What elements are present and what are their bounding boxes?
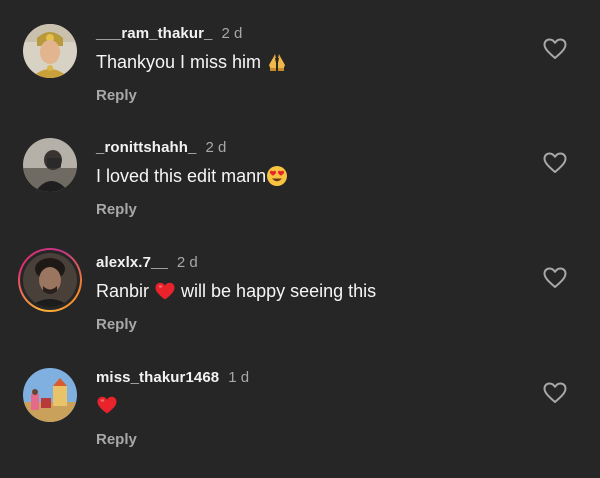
heart-outline-icon bbox=[543, 267, 567, 288]
reply-button[interactable]: Reply bbox=[96, 200, 137, 220]
reply-button[interactable]: Reply bbox=[96, 315, 137, 335]
username[interactable]: ___ram_thakur_ bbox=[96, 25, 212, 42]
like-button[interactable] bbox=[542, 36, 568, 62]
avatar[interactable] bbox=[23, 138, 77, 192]
heart-outline-icon bbox=[543, 152, 567, 173]
timestamp: 2 d bbox=[221, 25, 243, 42]
avatar[interactable] bbox=[23, 24, 77, 78]
comment-item: miss_thakur1468 1 d Reply bbox=[0, 368, 600, 478]
red-heart-icon bbox=[96, 394, 118, 416]
reply-button[interactable]: Reply bbox=[96, 430, 137, 450]
comment-text-content: will be happy seeing this bbox=[176, 281, 377, 301]
heart-outline-icon bbox=[543, 382, 567, 403]
folded-hands-icon bbox=[266, 51, 288, 73]
like-button[interactable] bbox=[542, 265, 568, 291]
avatar[interactable] bbox=[23, 368, 77, 422]
comment-text bbox=[96, 394, 118, 416]
timestamp: 1 d bbox=[228, 369, 250, 386]
comment-meta: ___ram_thakur_ 2 d bbox=[96, 24, 242, 44]
comment-item: ___ram_thakur_ 2 d Thankyou I miss him Re… bbox=[0, 24, 600, 134]
timestamp: 2 d bbox=[176, 254, 198, 271]
comment-text-content: I loved this edit mann bbox=[96, 166, 267, 186]
like-button[interactable] bbox=[542, 150, 568, 176]
comment-item: alexlx.7__ 2 d Ranbir will be happy seein… bbox=[0, 248, 600, 363]
timestamp: 2 d bbox=[205, 139, 227, 156]
red-heart-icon bbox=[154, 280, 176, 302]
comment-text-content: Thankyou I miss him bbox=[96, 52, 267, 72]
heart-eyes-icon bbox=[266, 165, 288, 187]
comment-meta: miss_thakur1468 1 d bbox=[96, 368, 249, 388]
username[interactable]: _ronittshahh_ bbox=[96, 139, 196, 156]
comment-text: I loved this edit mann bbox=[96, 164, 288, 188]
reply-button[interactable]: Reply bbox=[96, 86, 137, 106]
comment-text-content: Ranbir bbox=[96, 281, 155, 301]
comment-text: Thankyou I miss him bbox=[96, 50, 288, 74]
username[interactable]: miss_thakur1468 bbox=[96, 369, 219, 386]
comment-text: Ranbir will be happy seeing this bbox=[96, 279, 376, 303]
like-button[interactable] bbox=[542, 380, 568, 406]
comment-item: _ronittshahh_ 2 d I loved this edit mann … bbox=[0, 138, 600, 248]
avatar[interactable] bbox=[23, 253, 77, 307]
comment-meta: alexlx.7__ 2 d bbox=[96, 253, 198, 273]
comment-meta: _ronittshahh_ 2 d bbox=[96, 138, 226, 158]
username[interactable]: alexlx.7__ bbox=[96, 254, 168, 271]
heart-outline-icon bbox=[543, 38, 567, 59]
